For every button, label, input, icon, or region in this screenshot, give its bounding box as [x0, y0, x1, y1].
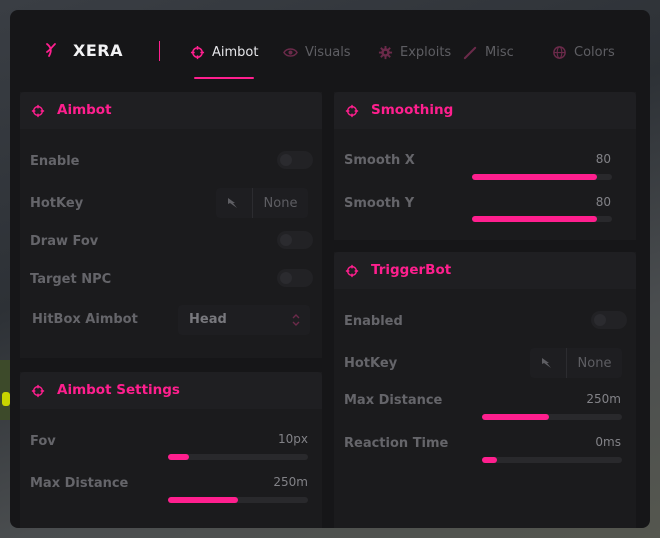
panel-aimbot-settings: Aimbot Settings Fov 10px Max Distance 25… [20, 372, 322, 528]
cheat-menu-window: XERA Aimbot Visuals Exploits Misc Colors… [10, 10, 650, 528]
hand-pointer-icon [530, 348, 567, 378]
hitbox-select[interactable]: Head [178, 305, 310, 335]
target-npc-toggle[interactable] [277, 269, 313, 287]
tab-exploits[interactable]: Exploits [378, 41, 451, 63]
tab-label: Exploits [400, 44, 452, 60]
hitbox-label: HitBox Aimbot [32, 312, 138, 327]
enabled-toggle[interactable] [591, 311, 627, 329]
smooth-y-label: Smooth Y [344, 196, 415, 211]
pencil-icon [463, 46, 477, 59]
tab-label: Visuals [305, 44, 351, 60]
panel-title: TriggerBot [371, 262, 452, 278]
background-marker [2, 392, 10, 406]
panel-title: Aimbot [57, 102, 112, 118]
tab-label: Misc [485, 44, 514, 60]
gear-icon [378, 45, 393, 59]
tab-aimbot[interactable]: Aimbot [190, 41, 258, 63]
hotkey-button[interactable]: None [530, 348, 622, 378]
smooth-x-value: 80 [595, 152, 611, 166]
max-distance-value: 250m [586, 392, 621, 406]
crosshair-icon [31, 384, 45, 398]
globe-icon [553, 45, 566, 59]
slider-fill [482, 414, 550, 420]
draw-fov-toggle[interactable] [277, 231, 313, 249]
max-distance-slider[interactable] [168, 497, 308, 503]
max-distance-value: 250m [273, 475, 308, 489]
eye-icon [283, 47, 298, 57]
panel-header: Smoothing [334, 92, 636, 129]
select-arrows-icon [292, 314, 300, 326]
hotkey-label: HotKey [344, 356, 398, 371]
slider-fill [482, 457, 498, 463]
slider-fill [168, 497, 238, 503]
reaction-time-slider[interactable] [482, 457, 622, 463]
logo-icon [46, 43, 56, 57]
hotkey-value: None [577, 355, 612, 371]
smooth-y-value: 80 [595, 195, 611, 209]
max-distance-label: Max Distance [30, 476, 129, 491]
tab-label: Colors [574, 44, 615, 60]
tab-misc[interactable]: Misc [463, 41, 514, 63]
fov-label: Fov [30, 434, 56, 449]
enable-label: Enable [30, 154, 80, 169]
crosshair-icon [345, 104, 359, 118]
fov-value: 10px [278, 432, 308, 446]
panel-header: Aimbot [20, 92, 322, 129]
panel-header: Aimbot Settings [20, 372, 322, 409]
draw-fov-label: Draw Fov [30, 234, 99, 249]
hotkey-label: HotKey [30, 196, 84, 211]
top-bar: XERA Aimbot Visuals Exploits Misc Colors [10, 10, 650, 90]
panel-aimbot: Aimbot Enable HotKey None Draw Fov Targe… [20, 92, 322, 358]
smooth-y-slider[interactable] [472, 216, 612, 222]
slider-fill [168, 454, 189, 460]
target-npc-label: Target NPC [30, 272, 112, 287]
brand-name: XERA [73, 41, 123, 60]
panel-smoothing: Smoothing Smooth X 80 Smooth Y 80 [334, 92, 636, 240]
max-distance-slider[interactable] [482, 414, 622, 420]
reaction-time-value: 0ms [595, 435, 621, 449]
slider-fill [472, 216, 597, 222]
crosshair-icon [31, 104, 45, 118]
tab-visuals[interactable]: Visuals [283, 41, 351, 63]
hotkey-button[interactable]: None [216, 188, 308, 218]
tab-label: Aimbot [212, 44, 259, 60]
brand-divider [159, 41, 160, 61]
panel-triggerbot: TriggerBot Enabled HotKey None Max Dista… [334, 252, 636, 528]
panel-title: Aimbot Settings [57, 382, 180, 398]
hotkey-value: None [263, 195, 298, 211]
enable-toggle[interactable] [277, 151, 313, 169]
enabled-label: Enabled [344, 314, 403, 329]
smooth-x-slider[interactable] [472, 174, 612, 180]
panel-header: TriggerBot [334, 252, 636, 289]
crosshair-icon [190, 45, 205, 59]
reaction-time-label: Reaction Time [344, 436, 449, 451]
slider-fill [472, 174, 597, 180]
crosshair-icon [345, 264, 359, 278]
tab-colors[interactable]: Colors [552, 41, 615, 63]
active-tab-indicator [194, 77, 254, 79]
hitbox-value: Head [189, 312, 227, 327]
hand-pointer-icon [216, 188, 253, 218]
panel-title: Smoothing [371, 102, 454, 118]
fov-slider[interactable] [168, 454, 308, 460]
max-distance-label: Max Distance [344, 393, 443, 408]
smooth-x-label: Smooth X [344, 153, 415, 168]
